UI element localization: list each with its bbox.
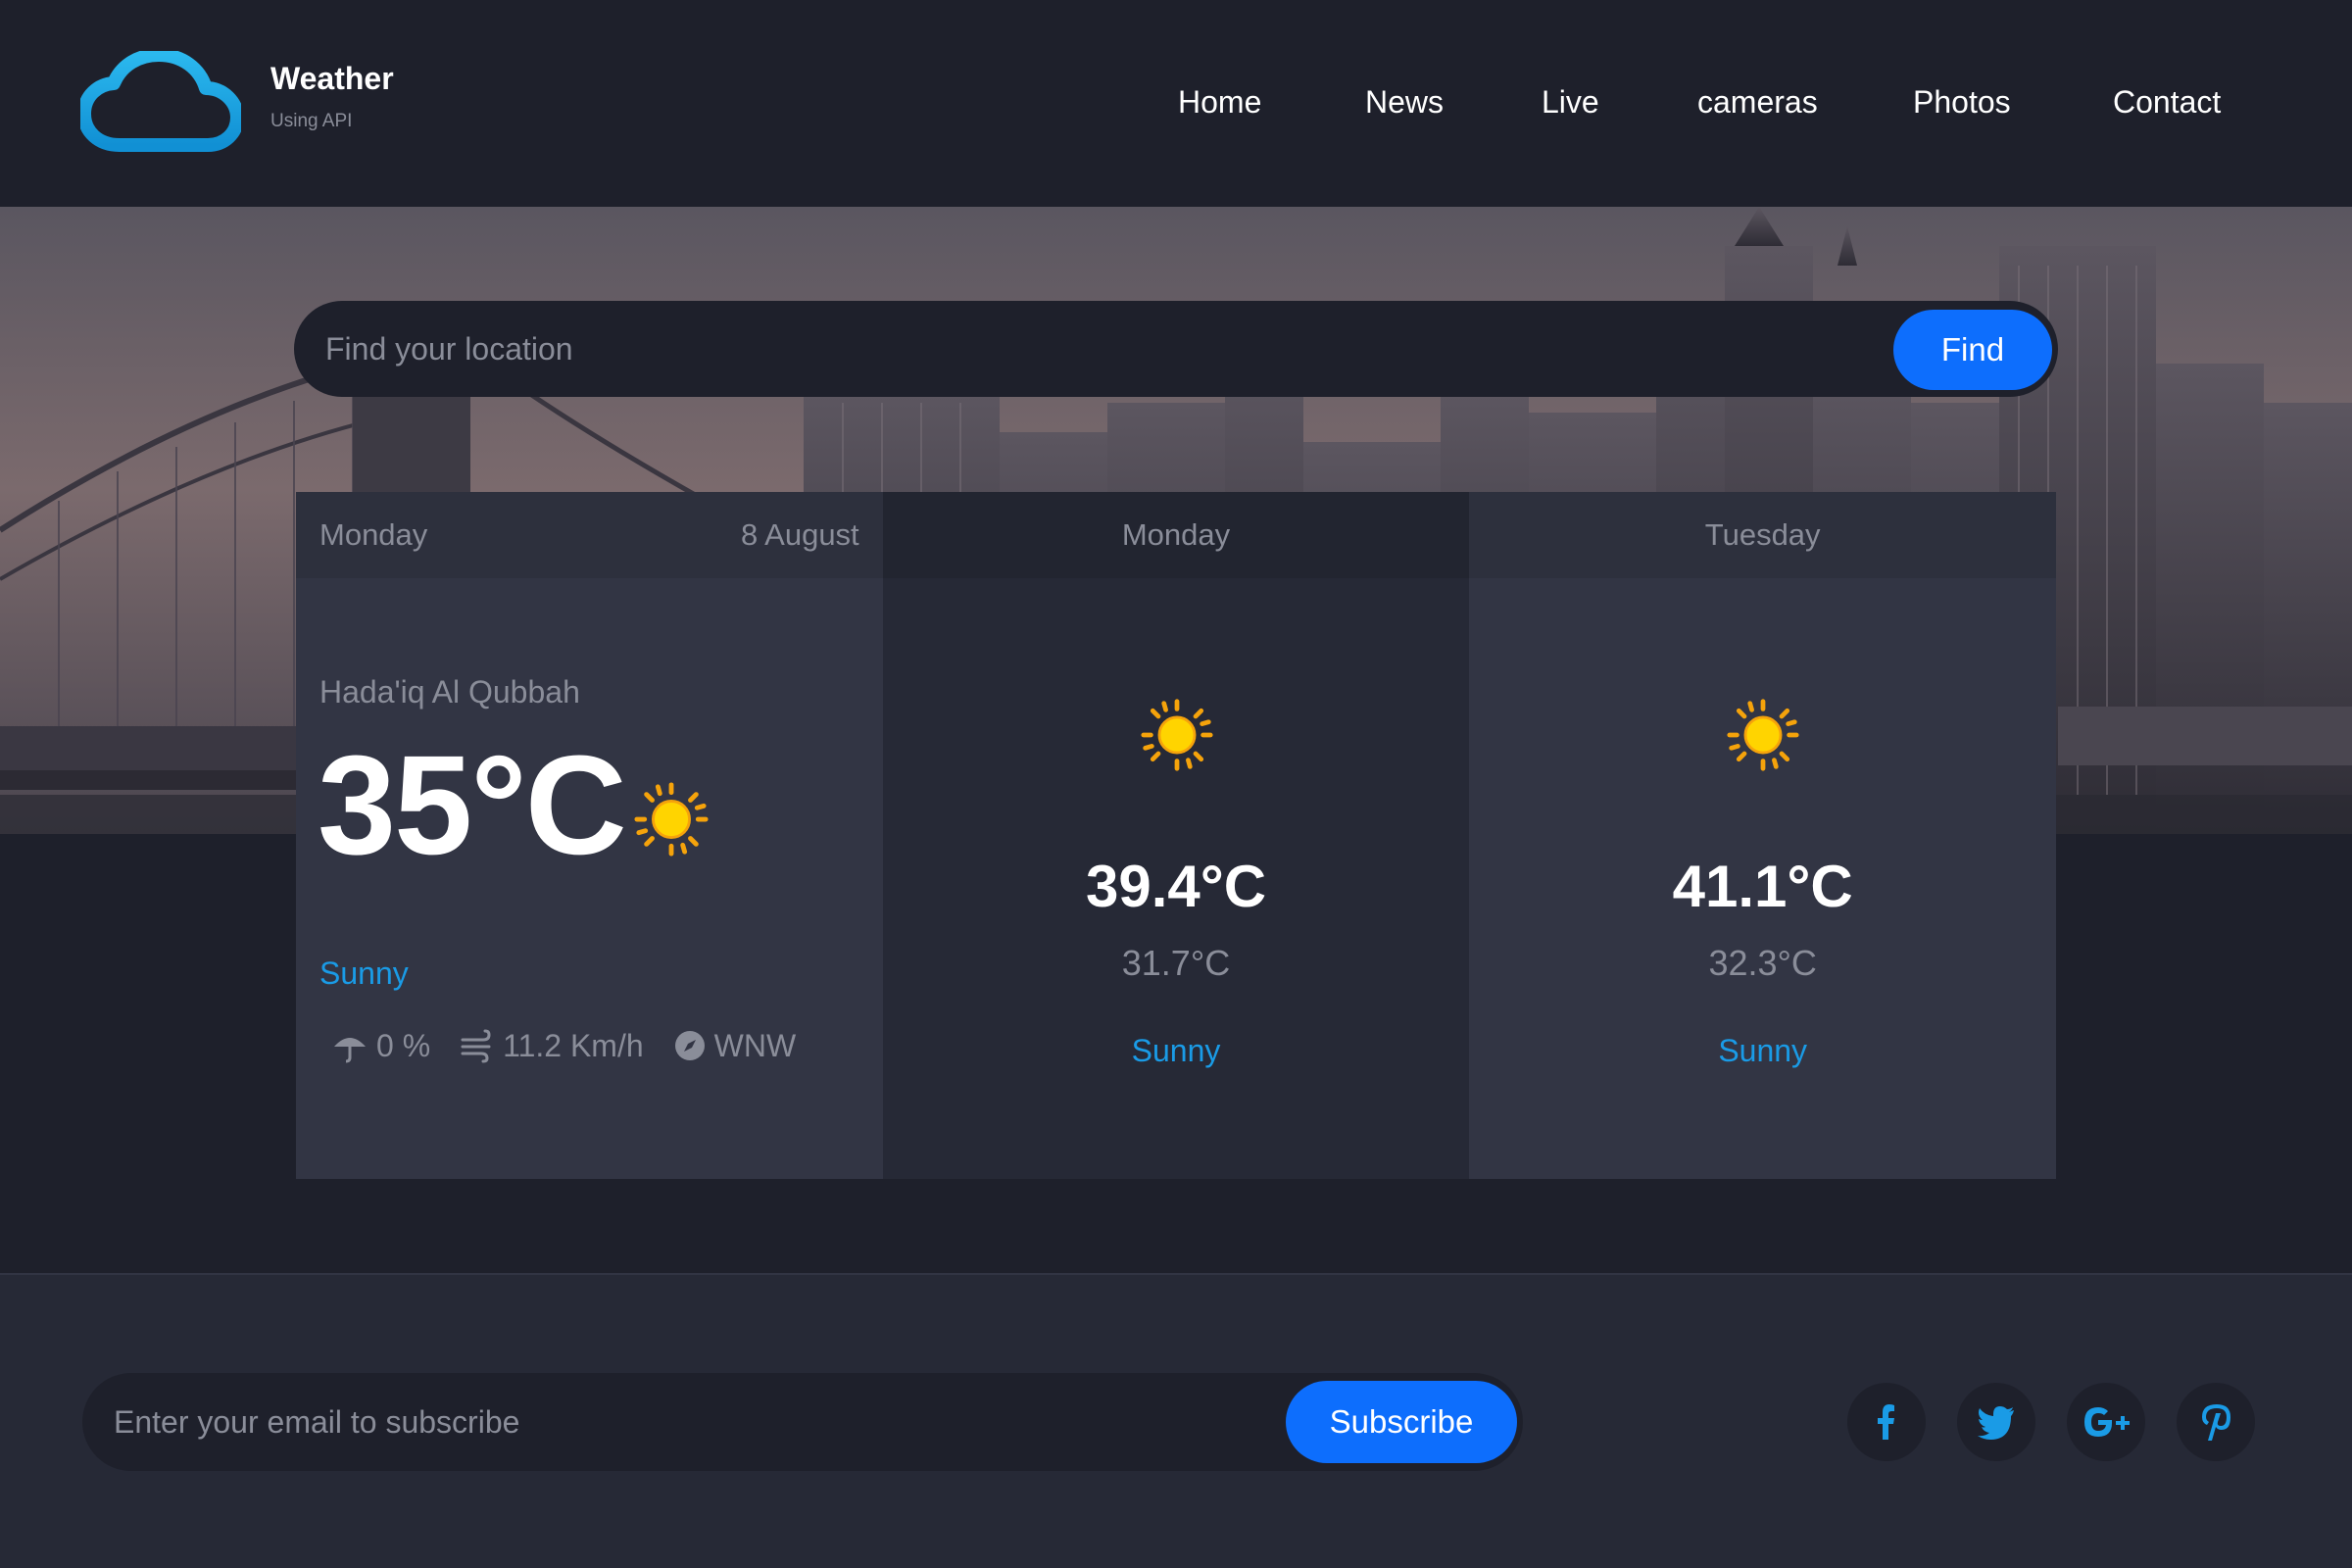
sun-icon: [1141, 699, 1213, 771]
subscribe-button[interactable]: Subscribe: [1286, 1381, 1517, 1463]
wind-speed: 11.2 Km/h: [503, 1027, 644, 1063]
location-search-bar: Find: [294, 301, 2058, 397]
wind-icon: [461, 1029, 491, 1063]
forecast-card-header: Monday: [882, 492, 1470, 578]
twitter-button[interactable]: [1957, 1383, 2035, 1461]
forecast-container: Monday 8 August Hada'iq Al Qubbah 35°C S…: [296, 492, 2057, 1179]
header: Weather Using API Home News Live cameras…: [0, 0, 2352, 207]
brand-subtitle: Using API: [270, 111, 353, 131]
forecast-condition: Sunny: [1131, 1033, 1221, 1068]
forecast-min-temp: 32.3°C: [1708, 943, 1817, 983]
google-plus-icon: [2084, 1407, 2130, 1437]
subscribe-form: Subscribe: [82, 1373, 1523, 1471]
umbrella-icon: [334, 1038, 366, 1063]
pinterest-button[interactable]: [2177, 1383, 2255, 1461]
location-search-input[interactable]: [294, 301, 1862, 397]
nav-item-contact[interactable]: Contact: [2113, 84, 2221, 121]
forecast-day: Tuesday: [1704, 517, 1821, 552]
today-date: 8 August: [741, 517, 859, 552]
facebook-button[interactable]: [1847, 1383, 1926, 1461]
logo[interactable]: Weather Using API: [80, 51, 394, 153]
footer: Subscribe: [0, 1273, 2352, 1568]
forecast-max-temp: 39.4°C: [1085, 854, 1267, 919]
forecast-card: Tuesday 41.1°C 32.3°C Sunny: [1469, 492, 2057, 1179]
nav-item-news[interactable]: News: [1365, 84, 1444, 121]
forecast-condition: Sunny: [1718, 1033, 1808, 1068]
find-button[interactable]: Find: [1893, 310, 2052, 390]
forecast-min-temp: 31.7°C: [1121, 943, 1231, 983]
forecast-card-header: Tuesday: [1469, 492, 2057, 578]
today-card: Monday 8 August Hada'iq Al Qubbah 35°C S…: [296, 492, 883, 1179]
rain-chance: 0 %: [376, 1027, 431, 1063]
twitter-icon: [1978, 1406, 2014, 1440]
nav-item-home[interactable]: Home: [1178, 84, 1261, 121]
google-plus-button[interactable]: [2067, 1383, 2145, 1461]
forecast-day: Monday: [1121, 517, 1231, 552]
brand-title: Weather: [270, 61, 394, 96]
current-temperature: 35°C: [318, 726, 627, 884]
weather-stats: 0 % 11.2 Km/h WNW: [331, 1027, 825, 1064]
forecast-max-temp: 41.1°C: [1672, 854, 1853, 919]
compass-icon: [674, 1031, 705, 1060]
wind-direction: WNW: [713, 1027, 797, 1063]
facebook-icon: [1878, 1404, 1894, 1440]
forecast-card: Monday 39.4°C 31.7°C Sunny: [882, 492, 1470, 1179]
nav-item-live[interactable]: Live: [1542, 84, 1599, 121]
nav-item-photos[interactable]: Photos: [1913, 84, 2011, 121]
today-day: Monday: [319, 517, 428, 552]
email-subscribe-input[interactable]: [82, 1373, 1258, 1471]
today-card-header: Monday 8 August: [296, 492, 883, 578]
pinterest-icon: [2202, 1404, 2230, 1441]
cloud-icon: [80, 51, 241, 152]
sun-icon: [634, 782, 709, 857]
nav-item-cameras[interactable]: cameras: [1697, 84, 1818, 121]
location-name: Hada'iq Al Qubbah: [319, 674, 580, 710]
sun-icon: [1727, 699, 1799, 771]
current-condition: Sunny: [319, 956, 409, 991]
